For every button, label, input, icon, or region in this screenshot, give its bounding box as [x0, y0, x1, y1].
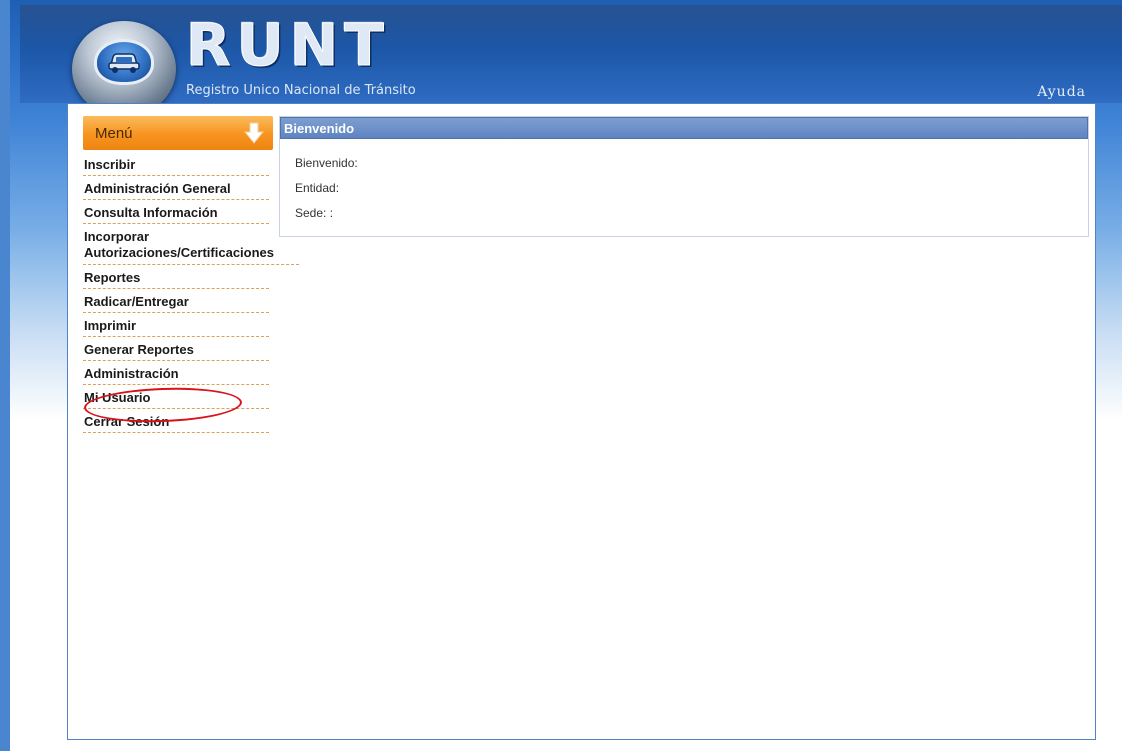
site-header: RUNT Registro Unico Nacional de Tránsito…: [20, 5, 1122, 117]
menu-item-incorporar-line2: Autorizaciones/Certificaciones: [84, 245, 274, 260]
menu-item-inscribir[interactable]: Inscribir: [83, 152, 269, 176]
app-frame: RUNT Registro Unico Nacional de Tránsito…: [0, 0, 1122, 751]
menu-item-incorporar-line1: Incorporar: [84, 229, 150, 244]
menu-title: Menú: [95, 125, 133, 142]
menu-header[interactable]: Menú: [83, 116, 273, 150]
menu-item-incorporar-autorizaciones[interactable]: Incorporar Autorizaciones/Certificacione…: [83, 224, 299, 265]
arrow-down-icon: [243, 122, 265, 144]
logo-orb-inner: [94, 39, 154, 85]
car-icon: [108, 53, 140, 73]
menu-item-consulta-informacion[interactable]: Consulta Información: [83, 200, 269, 224]
help-link[interactable]: Ayuda: [1037, 84, 1086, 100]
sidebar-menu: Menú Inscribir Administración General Co…: [83, 116, 299, 433]
menu-item-administracion-general[interactable]: Administración General: [83, 176, 269, 200]
welcome-user-label: Bienvenido:: [295, 156, 358, 170]
logo-subtitle: Registro Unico Nacional de Tránsito: [186, 83, 416, 98]
welcome-site-label: Sede: :: [295, 206, 334, 220]
menu-item-generar-reportes[interactable]: Generar Reportes: [83, 337, 269, 361]
logo-wordmark: RUNT: [186, 11, 390, 79]
menu-item-radicar-entregar[interactable]: Radicar/Entregar: [83, 289, 269, 313]
welcome-entity-label: Entidad:: [295, 181, 340, 195]
content-panel: Menú Inscribir Administración General Co…: [67, 103, 1096, 740]
menu-item-administracion[interactable]: Administración: [83, 361, 269, 385]
welcome-panel-body: Bienvenido: Entidad: Sede: :: [280, 139, 1088, 231]
menu-item-reportes[interactable]: Reportes: [83, 265, 269, 289]
welcome-panel-title: Bienvenido: [280, 117, 1088, 139]
welcome-panel: Bienvenido Bienvenido: Entidad: Sede: :: [279, 116, 1089, 237]
menu-item-imprimir[interactable]: Imprimir: [83, 313, 269, 337]
